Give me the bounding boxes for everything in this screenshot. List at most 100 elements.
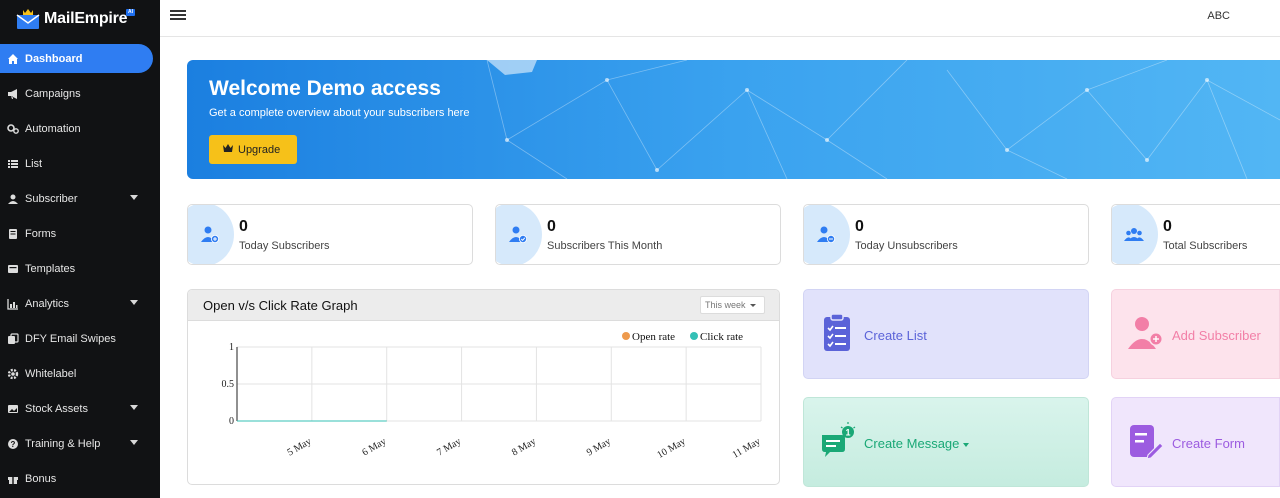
sidebar-item-subscriber[interactable]: Subscriber xyxy=(0,181,160,216)
sidebar-item-forms[interactable]: Forms xyxy=(0,216,160,251)
template-icon xyxy=(6,262,19,275)
stat-card-today-unsubscribers: 0 Today Unsubscribers xyxy=(803,204,1089,265)
stat-card-subscribers-this-month: 0 Subscribers This Month xyxy=(495,204,781,265)
sidebar-item-label: Stock Assets xyxy=(25,402,88,415)
y-tick-label: 0 xyxy=(229,416,234,427)
x-tick-label: 5 May xyxy=(285,436,313,458)
line-chart: 0 0.5 1 5 May 6 May 7 May 8 May 9 May 10 May 11 M… xyxy=(222,331,763,461)
chevron-down-icon xyxy=(130,405,138,410)
x-tick-label: 8 May xyxy=(510,436,538,458)
stat-label: Subscribers This Month xyxy=(547,240,663,252)
y-tick-label: 0.5 xyxy=(222,379,235,390)
action-label: Create List xyxy=(864,328,927,343)
sidebar-item-whitelabel[interactable]: Whitelabel xyxy=(0,356,160,391)
user-icon xyxy=(6,192,19,205)
upgrade-button[interactable]: Upgrade xyxy=(209,135,297,164)
swipe-icon xyxy=(6,332,19,345)
legend-marker xyxy=(690,332,698,340)
sidebar-item-label: Automation xyxy=(25,122,81,135)
crown-icon xyxy=(222,143,234,156)
help-icon: ? xyxy=(6,437,19,450)
x-tick-label: 10 May xyxy=(655,436,687,461)
stat-label: Today Subscribers xyxy=(239,240,330,252)
sidebar-item-label: Forms xyxy=(25,227,57,240)
stat-value: 0 xyxy=(855,218,864,235)
x-tick-label: 11 May xyxy=(731,436,763,461)
sidebar-item-label: Campaigns xyxy=(25,87,81,100)
megaphone-icon xyxy=(6,87,19,100)
sidebar-item-dashboard[interactable]: Dashboard xyxy=(0,44,153,73)
stat-card-today-subscribers: 0 Today Subscribers xyxy=(187,204,473,265)
x-tick-label: 7 May xyxy=(435,436,463,458)
sidebar-item-label: Whitelabel xyxy=(25,367,77,380)
list-icon xyxy=(6,157,19,170)
sidebar-item-label: Subscriber xyxy=(25,192,78,205)
stat-value: 0 xyxy=(239,218,248,235)
action-label: Create Form xyxy=(1172,436,1245,451)
sidebar-item-bonus[interactable]: Bonus xyxy=(0,461,160,496)
graph-title: Open v/s Click Rate Graph xyxy=(203,298,358,313)
app-logo[interactable]: MailEmpire xyxy=(16,4,128,34)
form-edit-icon xyxy=(1130,425,1164,460)
bar-chart-icon xyxy=(6,297,19,310)
users-icon xyxy=(1124,228,1144,241)
create-list-button[interactable]: Create List xyxy=(803,289,1089,379)
home-icon xyxy=(6,52,19,65)
chat-notification-icon: 1 xyxy=(822,422,856,457)
user-minus-icon xyxy=(817,226,835,243)
top-bar: ABC xyxy=(160,0,1280,37)
chevron-down-icon xyxy=(130,440,138,445)
user-plus-icon xyxy=(201,226,219,243)
sidebar-item-label: Training & Help xyxy=(25,437,101,450)
range-select[interactable]: This week xyxy=(700,296,765,314)
sidebar-item-stock-assets[interactable]: Stock Assets xyxy=(0,391,160,426)
gears-icon xyxy=(6,122,19,135)
legend-label: Click rate xyxy=(700,331,743,343)
envelope-crown-icon xyxy=(16,8,40,30)
stat-card-total-subscribers: 0 Total Subscribers xyxy=(1111,204,1280,265)
stock-icon xyxy=(6,402,19,415)
create-form-button[interactable]: Create Form xyxy=(1111,397,1280,487)
open-click-graph-panel: Open v/s Click Rate Graph This week 0 0.5… xyxy=(187,289,780,485)
welcome-banner: Welcome Demo access Get a complete overv… xyxy=(187,60,1280,179)
chevron-down-icon xyxy=(130,300,138,305)
legend-label: Open rate xyxy=(632,331,675,343)
sidebar-item-label: Templates xyxy=(25,262,76,275)
form-icon xyxy=(6,227,19,240)
chevron-down-icon xyxy=(750,304,756,307)
svg-text:1: 1 xyxy=(845,428,850,438)
action-label: Add Subscriber xyxy=(1172,328,1261,343)
welcome-title: Welcome Demo access xyxy=(209,77,441,100)
legend-marker xyxy=(622,332,630,340)
add-subscriber-button[interactable]: Add Subscriber xyxy=(1111,289,1280,379)
upgrade-label: Upgrade xyxy=(238,143,281,156)
action-label: Create Message xyxy=(864,436,970,451)
sidebar-item-analytics[interactable]: Analytics xyxy=(0,286,160,321)
sidebar-item-templates[interactable]: Templates xyxy=(0,251,160,286)
logo-text: MailEmpire xyxy=(44,10,128,27)
stat-label: Total Subscribers xyxy=(1163,240,1248,252)
create-message-button[interactable]: 1 Create Message xyxy=(803,397,1089,487)
y-tick-label: 1 xyxy=(229,342,234,353)
sidebar-item-automation[interactable]: Automation xyxy=(0,111,160,146)
gear-icon xyxy=(6,367,19,380)
welcome-subtitle: Get a complete overview about your subsc… xyxy=(209,107,470,119)
sidebar-item-training-help[interactable]: ? Training & Help xyxy=(0,426,160,461)
x-tick-label: 6 May xyxy=(360,436,388,458)
hamburger-menu-icon[interactable] xyxy=(170,10,186,22)
sidebar-item-list[interactable]: List xyxy=(0,146,160,181)
x-tick-label: 9 May xyxy=(585,436,613,458)
sidebar-item-campaigns[interactable]: Campaigns xyxy=(0,76,160,111)
graph-header: Open v/s Click Rate Graph This week xyxy=(188,290,779,321)
chevron-down-icon xyxy=(130,195,138,200)
sidebar-item-label: List xyxy=(25,157,43,170)
sidebar-item-dfy-email-swipes[interactable]: DFY Email Swipes xyxy=(0,321,160,356)
action-label-text: Create Message xyxy=(864,436,960,451)
sidebar-item-label: DFY Email Swipes xyxy=(25,332,116,345)
user-check-icon xyxy=(509,226,527,243)
stat-label: Today Unsubscribers xyxy=(855,240,958,252)
sidebar: MailEmpire AI Dashboard Campaigns Automa… xyxy=(0,0,160,498)
ai-badge: AI xyxy=(126,9,135,16)
user-menu[interactable]: ABC xyxy=(1207,10,1230,22)
sidebar-item-label: Dashboard xyxy=(25,52,83,65)
